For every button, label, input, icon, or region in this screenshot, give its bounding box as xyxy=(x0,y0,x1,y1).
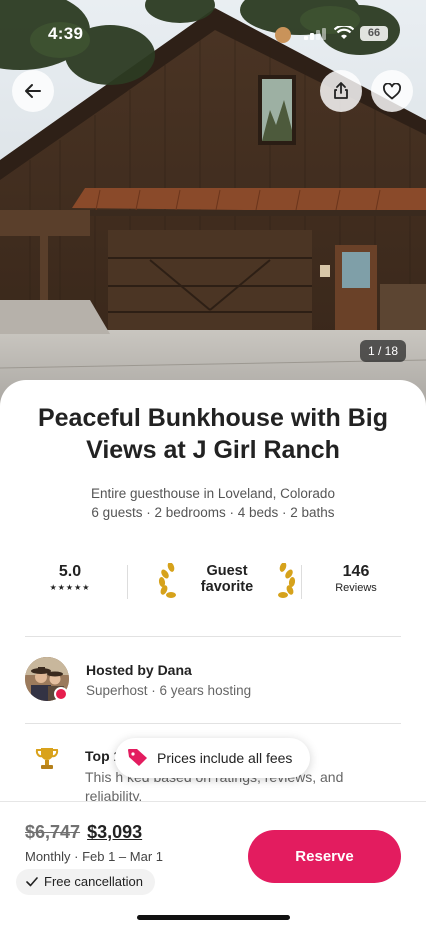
reserve-button[interactable]: Reserve xyxy=(248,830,401,883)
listing-type-location: Entire guesthouse in Loveland, Colorado xyxy=(91,486,335,501)
share-icon xyxy=(334,82,348,99)
free-cancellation-badge: Free cancellation xyxy=(16,869,155,895)
heart-icon xyxy=(383,82,401,99)
battery-indicator: 66 xyxy=(360,26,388,41)
home-indicator[interactable] xyxy=(137,915,290,920)
host-meta: Superhost · 6 years hosting xyxy=(86,683,252,698)
price-tag-icon xyxy=(128,749,147,766)
cellular-signal-icon xyxy=(304,27,326,45)
rating-stat: 5.0 ★★★★★ xyxy=(25,563,115,592)
booking-dates: Monthly · Feb 1 – Mar 1 xyxy=(25,849,163,864)
rating-value: 5.0 xyxy=(58,563,82,580)
listing-capacity-details: 6 guests · 2 bedrooms · 4 beds · 2 baths xyxy=(91,505,335,520)
prices-include-fees-banner: Prices include all fees xyxy=(115,738,310,778)
listing-title: Peaceful Bunkhouse with Big Views at J G… xyxy=(37,404,389,464)
laurel-left-icon xyxy=(158,563,176,598)
stat-divider xyxy=(127,565,128,599)
guest-favorite-line1: Guest xyxy=(206,563,248,579)
wifi-icon xyxy=(333,24,355,45)
original-price: $6,747 xyxy=(25,822,81,842)
listing-stats-row[interactable]: 5.0 ★★★★★ Guest favorite 146 Reviews xyxy=(25,563,401,603)
status-time: 4:39 xyxy=(48,24,84,43)
checkmark-icon xyxy=(26,877,38,887)
star-rating-icon: ★★★★★ xyxy=(49,583,91,592)
section-divider xyxy=(25,636,401,637)
discounted-price: $3,093 xyxy=(87,822,143,842)
guest-favorite-line2: favorite xyxy=(200,579,254,595)
fees-banner-text: Prices include all fees xyxy=(157,750,293,766)
review-count: 146 xyxy=(342,563,370,580)
booking-bar: $6,747 $3,093 Monthly · Feb 1 – Mar 1 Fr… xyxy=(0,801,426,928)
trophy-icon xyxy=(35,748,59,769)
guest-favorite-label: Guest favorite xyxy=(183,563,271,595)
guest-favorite-badge: Guest favorite xyxy=(153,563,301,603)
status-bar: 4:39 66 xyxy=(0,0,426,60)
share-button[interactable] xyxy=(320,70,362,112)
free-cancellation-label: Free cancellation xyxy=(44,874,143,889)
stat-divider xyxy=(301,565,302,599)
laurel-right-icon xyxy=(278,563,296,598)
photo-counter: 1 / 18 xyxy=(360,340,406,362)
arrow-left-icon xyxy=(25,84,41,98)
reviews-label: Reviews xyxy=(335,582,377,594)
host-section[interactable]: Hosted by Dana Superhost · 6 years hosti… xyxy=(25,657,401,703)
reviews-stat[interactable]: 146 Reviews xyxy=(311,563,401,594)
back-button[interactable] xyxy=(12,70,54,112)
save-to-wishlist-button[interactable] xyxy=(371,70,413,112)
section-divider xyxy=(25,723,401,724)
superhost-badge-icon xyxy=(54,687,68,701)
price-display[interactable]: $6,747 $3,093 xyxy=(25,822,142,843)
listing-subtitle: Entire guesthouse in Loveland, Colorado … xyxy=(20,484,406,522)
hosted-by-label: Hosted by Dana xyxy=(86,662,192,678)
